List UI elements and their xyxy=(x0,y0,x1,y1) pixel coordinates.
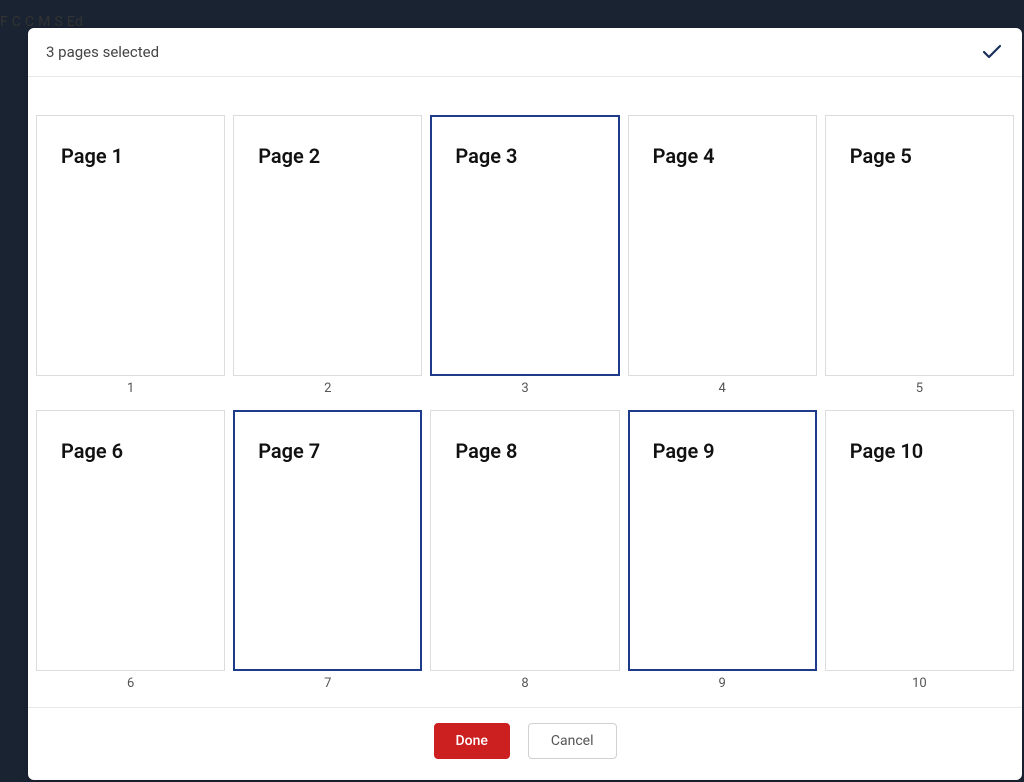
page-thumbnail-label: Page 10 xyxy=(850,439,1013,463)
page-thumbnail-label: Page 7 xyxy=(258,439,420,463)
page-thumbnail[interactable]: Page 6 xyxy=(36,410,225,671)
page-thumbnail-label: Page 2 xyxy=(258,144,421,168)
page-cell: Page 10 10 xyxy=(825,410,1014,697)
page-thumbnail[interactable]: Page 5 xyxy=(825,115,1014,376)
page-index-label: 9 xyxy=(719,676,726,691)
page-thumbnail[interactable]: Page 2 xyxy=(233,115,422,376)
page-index-label: 7 xyxy=(324,676,331,691)
page-thumbnail-label: Page 6 xyxy=(61,439,224,463)
page-thumbnail-label: Page 4 xyxy=(653,144,816,168)
page-index-label: 2 xyxy=(324,381,331,396)
modal-header: 3 pages selected xyxy=(28,28,1022,77)
page-cell: Page 3 3 xyxy=(430,115,619,402)
pages-grid: Page 1 1 Page 2 2 Page 3 3 Page 4 4 Page… xyxy=(28,77,1022,707)
page-thumbnail[interactable]: Page 7 xyxy=(233,410,422,671)
cancel-button[interactable]: Cancel xyxy=(528,723,617,759)
page-index-label: 4 xyxy=(719,381,726,396)
page-cell: Page 7 7 xyxy=(233,410,422,697)
page-index-label: 8 xyxy=(521,676,528,691)
page-thumbnail[interactable]: Page 8 xyxy=(430,410,619,671)
page-thumbnail[interactable]: Page 1 xyxy=(36,115,225,376)
page-selection-modal: 3 pages selected Page 1 1 Page 2 2 Page … xyxy=(28,28,1022,780)
modal-footer: Done Cancel xyxy=(28,707,1022,780)
page-thumbnail[interactable]: Page 4 xyxy=(628,115,817,376)
page-thumbnail[interactable]: Page 9 xyxy=(628,410,817,671)
page-index-label: 6 xyxy=(127,676,134,691)
page-index-label: 10 xyxy=(912,676,927,691)
page-cell: Page 4 4 xyxy=(628,115,817,402)
page-cell: Page 5 5 xyxy=(825,115,1014,402)
page-thumbnail[interactable]: Page 10 xyxy=(825,410,1014,671)
page-index-label: 5 xyxy=(916,381,923,396)
page-thumbnail-label: Page 5 xyxy=(850,144,1013,168)
page-index-label: 3 xyxy=(521,381,528,396)
page-cell: Page 6 6 xyxy=(36,410,225,697)
page-cell: Page 1 1 xyxy=(36,115,225,402)
page-thumbnail-label: Page 3 xyxy=(455,144,617,168)
page-thumbnail[interactable]: Page 3 xyxy=(430,115,619,376)
selection-count-label: 3 pages selected xyxy=(46,43,159,61)
page-cell: Page 2 2 xyxy=(233,115,422,402)
confirm-check-icon[interactable] xyxy=(980,40,1004,64)
page-thumbnail-label: Page 8 xyxy=(455,439,618,463)
page-index-label: 1 xyxy=(127,381,134,396)
page-cell: Page 8 8 xyxy=(430,410,619,697)
page-cell: Page 9 9 xyxy=(628,410,817,697)
page-thumbnail-label: Page 9 xyxy=(653,439,815,463)
done-button[interactable]: Done xyxy=(434,723,510,759)
page-thumbnail-label: Page 1 xyxy=(61,144,224,168)
